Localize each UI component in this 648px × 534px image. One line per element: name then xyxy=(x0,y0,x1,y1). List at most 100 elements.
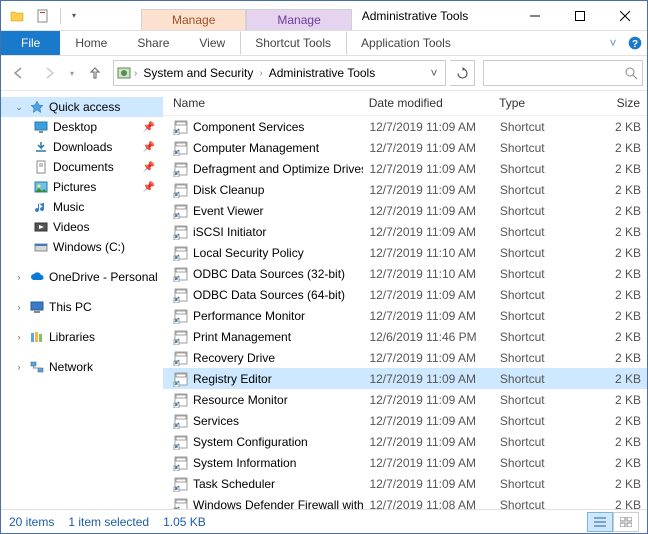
file-type: Shortcut xyxy=(494,204,582,218)
file-size: 2 KB xyxy=(582,372,647,386)
shortcut-icon xyxy=(173,308,189,324)
maximize-button[interactable] xyxy=(557,1,602,30)
chevron-right-icon[interactable]: › xyxy=(13,302,25,312)
properties-button[interactable] xyxy=(5,4,29,28)
nav-item-documents[interactable]: Documents📌 xyxy=(1,157,163,177)
file-type: Shortcut xyxy=(494,456,582,470)
file-name: ODBC Data Sources (32-bit) xyxy=(193,267,345,281)
address-dropdown[interactable]: ˅ xyxy=(425,66,443,80)
file-row[interactable]: Registry Editor12/7/2019 11:09 AMShortcu… xyxy=(163,368,647,389)
file-date: 12/7/2019 11:09 AM xyxy=(363,141,493,155)
file-rows[interactable]: Component Services12/7/2019 11:09 AMShor… xyxy=(163,116,647,509)
tab-shortcut-tools[interactable]: Shortcut Tools xyxy=(240,31,346,55)
refresh-button[interactable] xyxy=(450,60,475,86)
nav-item-downloads[interactable]: Downloads📌 xyxy=(1,137,163,157)
nav-item-videos[interactable]: Videos xyxy=(1,217,163,237)
file-row[interactable]: ODBC Data Sources (32-bit)12/7/2019 11:1… xyxy=(163,263,647,284)
item-icon xyxy=(33,239,49,255)
nav-item-desktop[interactable]: Desktop📌 xyxy=(1,117,163,137)
nav-quick-access[interactable]: ⌄ Quick access xyxy=(1,97,163,117)
qat-customize[interactable]: ▾ xyxy=(66,4,82,28)
nav-item-music[interactable]: Music xyxy=(1,197,163,217)
column-date[interactable]: Date modified xyxy=(363,91,493,115)
context-tab-application[interactable]: Manage xyxy=(246,9,351,30)
pin-icon: 📌 xyxy=(143,162,155,173)
file-row[interactable]: Services12/7/2019 11:09 AMShortcut2 KB xyxy=(163,410,647,431)
tab-share[interactable]: Share xyxy=(122,31,184,55)
recent-locations[interactable]: ▾ xyxy=(65,60,79,86)
nav-onedrive[interactable]: › OneDrive - Personal xyxy=(1,267,163,287)
file-row[interactable]: Resource Monitor12/7/2019 11:09 AMShortc… xyxy=(163,389,647,410)
file-tab[interactable]: File xyxy=(1,31,60,55)
nav-libraries[interactable]: › Libraries xyxy=(1,327,163,347)
file-type: Shortcut xyxy=(494,309,582,323)
file-type: Shortcut xyxy=(494,288,582,302)
back-button[interactable] xyxy=(5,60,33,86)
minimize-button[interactable] xyxy=(512,1,557,30)
context-tab-shortcut[interactable]: Manage xyxy=(141,9,246,30)
nav-item-pictures[interactable]: Pictures📌 xyxy=(1,177,163,197)
chevron-down-icon[interactable]: ⌄ xyxy=(13,102,25,113)
up-button[interactable] xyxy=(81,60,109,86)
file-row[interactable]: Defragment and Optimize Drives12/7/2019 … xyxy=(163,158,647,179)
thumbnails-view-button[interactable] xyxy=(613,512,639,532)
file-row[interactable]: Local Security Policy12/7/2019 11:10 AMS… xyxy=(163,242,647,263)
file-size: 2 KB xyxy=(582,477,647,491)
file-row[interactable]: System Configuration12/7/2019 11:09 AMSh… xyxy=(163,431,647,452)
file-date: 12/7/2019 11:10 AM xyxy=(363,246,493,260)
nav-label: Quick access xyxy=(49,100,120,114)
chevron-right-icon[interactable]: › xyxy=(132,68,139,79)
details-icon xyxy=(594,517,606,527)
file-row[interactable]: Computer Management12/7/2019 11:09 AMSho… xyxy=(163,137,647,158)
column-type[interactable]: Type xyxy=(493,91,581,115)
ribbon-tabs: File Home Share View Shortcut Tools Appl… xyxy=(1,31,647,56)
address-bar[interactable]: › System and Security › Administrative T… xyxy=(113,60,446,86)
file-name: System Information xyxy=(193,456,296,470)
nav-label: Videos xyxy=(53,220,89,234)
file-row[interactable]: System Information12/7/2019 11:09 AMShor… xyxy=(163,452,647,473)
file-name: Task Scheduler xyxy=(193,477,275,491)
file-row[interactable]: Task Scheduler12/7/2019 11:09 AMShortcut… xyxy=(163,473,647,494)
details-view-button[interactable] xyxy=(587,512,613,532)
file-date: 12/7/2019 11:09 AM xyxy=(363,162,493,176)
file-row[interactable]: iSCSI Initiator12/7/2019 11:09 AMShortcu… xyxy=(163,221,647,242)
close-button[interactable] xyxy=(602,1,647,30)
file-row[interactable]: Event Viewer12/7/2019 11:09 AMShortcut2 … xyxy=(163,200,647,221)
tab-view[interactable]: View xyxy=(184,31,240,55)
file-name: Defragment and Optimize Drives xyxy=(193,162,363,176)
file-row[interactable]: Performance Monitor12/7/2019 11:09 AMSho… xyxy=(163,305,647,326)
item-icon xyxy=(33,159,49,175)
nav-label: Downloads xyxy=(53,140,112,154)
file-row[interactable]: ODBC Data Sources (64-bit)12/7/2019 11:0… xyxy=(163,284,647,305)
chevron-right-icon[interactable]: › xyxy=(13,362,25,372)
file-row[interactable]: Windows Defender Firewall with Advanc…12… xyxy=(163,494,647,509)
nav-item-windows-c-[interactable]: Windows (C:) xyxy=(1,237,163,257)
title-bar[interactable]: ▾ Manage Manage Administrative Tools xyxy=(1,1,647,31)
tab-home[interactable]: Home xyxy=(60,31,122,55)
breadcrumb-item[interactable]: System and Security xyxy=(139,66,257,80)
file-type: Shortcut xyxy=(494,393,582,407)
shortcut-icon xyxy=(173,224,189,240)
file-row[interactable]: Disk Cleanup12/7/2019 11:09 AMShortcut2 … xyxy=(163,179,647,200)
navigation-pane[interactable]: ⌄ Quick access Desktop📌Downloads📌Documen… xyxy=(1,91,163,509)
star-icon xyxy=(29,99,45,115)
chevron-right-icon[interactable]: › xyxy=(257,68,264,79)
column-size[interactable]: Size xyxy=(581,91,647,115)
chevron-right-icon[interactable]: › xyxy=(13,332,25,342)
tab-application-tools[interactable]: Application Tools xyxy=(346,31,466,55)
file-row[interactable]: Print Management12/6/2019 11:46 PMShortc… xyxy=(163,326,647,347)
nav-network[interactable]: › Network xyxy=(1,357,163,377)
column-name[interactable]: Name xyxy=(167,91,363,115)
file-date: 12/7/2019 11:09 AM xyxy=(363,288,493,302)
file-row[interactable]: Component Services12/7/2019 11:09 AMShor… xyxy=(163,116,647,137)
search-box[interactable] xyxy=(483,60,643,86)
help-button[interactable]: ? xyxy=(623,31,647,55)
file-row[interactable]: Recovery Drive12/7/2019 11:09 AMShortcut… xyxy=(163,347,647,368)
nav-this-pc[interactable]: › This PC xyxy=(1,297,163,317)
chevron-right-icon[interactable]: › xyxy=(13,272,25,282)
forward-button[interactable] xyxy=(35,60,63,86)
expand-ribbon[interactable]: ˅ xyxy=(603,31,623,55)
breadcrumb-item[interactable]: Administrative Tools xyxy=(265,66,380,80)
file-type: Shortcut xyxy=(494,351,582,365)
new-folder-button[interactable] xyxy=(31,4,55,28)
